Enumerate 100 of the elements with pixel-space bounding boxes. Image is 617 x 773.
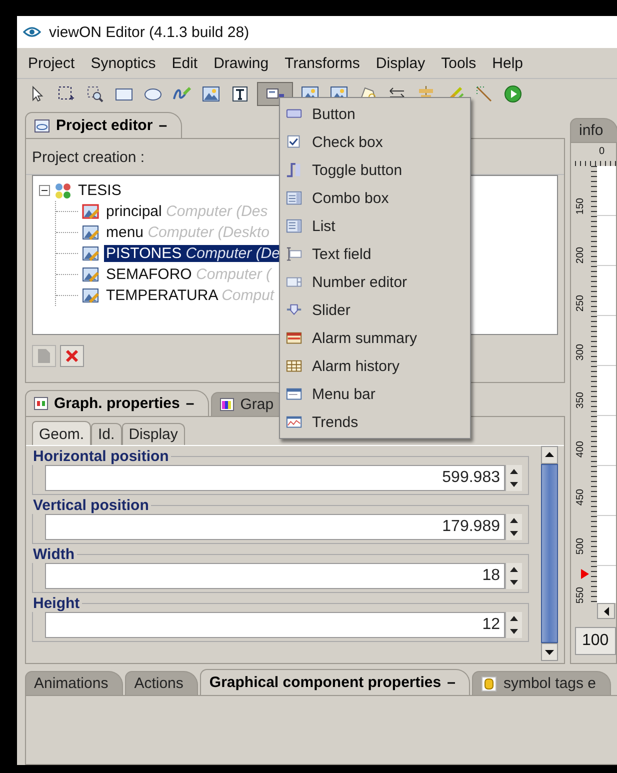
scrollbar[interactable]: [541, 446, 558, 661]
left-arrow-icon: [604, 606, 608, 616]
minimize-button[interactable]: –: [158, 117, 168, 134]
down-arrow-icon: [510, 482, 518, 487]
ruler-label: 400: [575, 440, 587, 458]
panel-tab[interactable]: info: [570, 118, 617, 142]
spin-up-button[interactable]: [506, 465, 522, 478]
down-arrow-icon: [510, 629, 518, 634]
text-icon: [231, 85, 249, 103]
down-arrow-icon: [545, 650, 554, 655]
menu-item[interactable]: Alarm summary: [280, 324, 470, 352]
menu-item[interactable]: Combo box: [280, 184, 470, 212]
spin-down-button[interactable]: [506, 478, 522, 491]
spin-down-button[interactable]: [506, 576, 522, 589]
spin-down-button[interactable]: [506, 625, 522, 638]
tab-label: Grap: [240, 396, 274, 413]
field-label: Horizontal position: [32, 448, 170, 465]
panel-tab[interactable]: Graphical component properties –: [200, 669, 470, 695]
menu-item[interactable]: Transforms: [276, 54, 368, 72]
scroll-up-button[interactable]: [541, 446, 558, 464]
tab-label: Actions: [134, 675, 184, 692]
menu-item[interactable]: Button: [280, 100, 470, 128]
image-icon: [82, 204, 100, 220]
field-label: Vertical position: [32, 497, 150, 514]
number-field[interactable]: 12: [45, 612, 505, 638]
scroll-left-button[interactable]: [597, 603, 615, 619]
tree-item[interactable]: PISTONES Computer (De: [104, 245, 282, 262]
menu-item[interactable]: Number editor: [280, 268, 470, 296]
tab[interactable]: Geom.: [32, 421, 92, 445]
up-arrow-icon: [510, 518, 518, 523]
tab[interactable]: Id.: [91, 423, 122, 445]
menu-item[interactable]: List: [280, 212, 470, 240]
down-arrow-icon: [510, 580, 518, 585]
menu-item[interactable]: Slider: [280, 296, 470, 324]
selection-icon: [57, 85, 75, 103]
zoom-field[interactable]: 100: [575, 627, 616, 655]
tab-label: symbol tags e: [503, 675, 596, 692]
spin-up-button[interactable]: [506, 612, 522, 625]
tree-item[interactable]: principal Computer (Des: [104, 203, 270, 220]
tree-item[interactable]: SEMAFORO Computer (: [104, 266, 274, 283]
menu-item[interactable]: Help: [484, 54, 531, 72]
ruler-label: 500: [575, 536, 587, 554]
color-bars-icon: [220, 398, 234, 411]
image-icon: [82, 288, 100, 304]
panel-tab[interactable]: Actions: [125, 671, 198, 695]
spin-up-button[interactable]: [506, 514, 522, 527]
number-field[interactable]: 18: [45, 563, 505, 589]
menu-item[interactable]: Drawing: [206, 54, 277, 72]
line-icon: [475, 85, 493, 103]
panel-tab[interactable]: Animations: [25, 671, 124, 695]
menu-item[interactable]: Text field: [280, 240, 470, 268]
menu-bar-icon: [286, 386, 303, 402]
grid-icon: [286, 358, 303, 374]
combo-box-icon: [286, 190, 303, 206]
tree-item[interactable]: menu Computer (Deskto: [104, 224, 272, 241]
menu-item[interactable]: Display: [368, 54, 434, 72]
tab-label: Graphical component properties: [209, 674, 442, 691]
field-label: Height: [32, 595, 81, 612]
cross-icon: [65, 349, 79, 363]
menu-item[interactable]: Tools: [433, 54, 484, 72]
scroll-down-button[interactable]: [541, 643, 558, 662]
chart-icon: [286, 414, 303, 430]
tree-item[interactable]: TESIS: [76, 182, 124, 199]
image-icon: [82, 224, 100, 240]
number-field[interactable]: 599.983: [45, 465, 505, 491]
toggle-icon: [286, 162, 303, 178]
number-field[interactable]: 179.989: [45, 514, 505, 540]
alarm-table-icon: [286, 330, 303, 346]
menu-item[interactable]: Alarm history: [280, 352, 470, 380]
ruler-label: 350: [575, 391, 587, 409]
panel-tab[interactable]: symbol tags e: [472, 671, 612, 695]
zoom-icon: [86, 85, 104, 103]
up-arrow-icon: [510, 616, 518, 621]
delete-button[interactable]: [60, 345, 84, 367]
tree-item[interactable]: TEMPERATURA Comput: [104, 287, 276, 304]
scroll-thumb[interactable]: [541, 464, 558, 644]
minimize-button[interactable]: –: [186, 395, 194, 412]
menu-item[interactable]: Project: [20, 54, 83, 72]
menu-item[interactable]: Synoptics: [82, 54, 164, 72]
ruler-label: 250: [575, 294, 587, 312]
play-icon: [504, 85, 522, 103]
text-field-icon: [286, 246, 303, 262]
ruler-label: 0: [599, 146, 605, 157]
tab-label: Animations: [34, 675, 108, 692]
tab-label: Graph. properties: [54, 395, 180, 412]
spin-down-button[interactable]: [506, 527, 522, 540]
spin-up-button[interactable]: [506, 563, 522, 576]
marker-icon: [581, 569, 589, 579]
collapse-icon[interactable]: [39, 185, 50, 196]
minimize-button[interactable]: –: [447, 674, 456, 691]
field-label: Width: [32, 546, 76, 563]
ruler-label: 550: [575, 585, 587, 603]
ruler-label: 200: [575, 245, 587, 264]
image-icon: [82, 266, 100, 282]
panel-tab[interactable]: Graph. properties –: [25, 390, 210, 416]
menu-item[interactable]: Edit: [164, 54, 206, 72]
ruler-label: 450: [575, 488, 587, 506]
panel-tab[interactable]: Project editor –: [25, 112, 182, 138]
tab[interactable]: Display: [122, 423, 185, 445]
eye-icon: [23, 26, 41, 38]
